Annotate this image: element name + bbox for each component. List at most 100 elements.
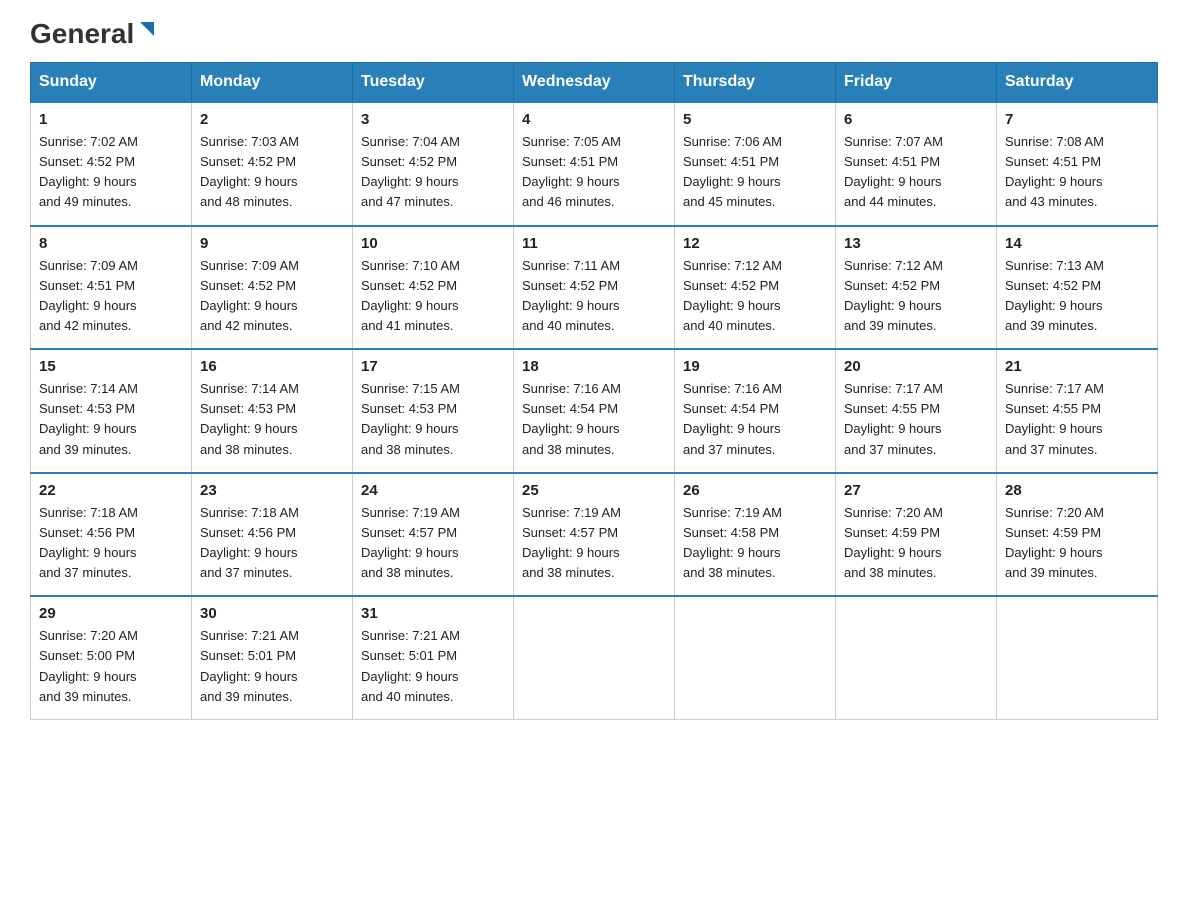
calendar-cell [836,596,997,719]
day-number: 2 [200,111,344,128]
calendar-week-row: 22 Sunrise: 7:18 AMSunset: 4:56 PMDaylig… [31,473,1158,597]
calendar-cell: 6 Sunrise: 7:07 AMSunset: 4:51 PMDayligh… [836,102,997,226]
day-number: 23 [200,482,344,499]
logo: General [30,20,158,44]
day-info: Sunrise: 7:13 AMSunset: 4:52 PMDaylight:… [1005,256,1149,337]
day-info: Sunrise: 7:21 AMSunset: 5:01 PMDaylight:… [200,626,344,707]
day-number: 28 [1005,482,1149,499]
header-thursday: Thursday [675,63,836,103]
day-info: Sunrise: 7:05 AMSunset: 4:51 PMDaylight:… [522,132,666,213]
day-info: Sunrise: 7:19 AMSunset: 4:58 PMDaylight:… [683,503,827,584]
calendar-cell: 2 Sunrise: 7:03 AMSunset: 4:52 PMDayligh… [192,102,353,226]
day-number: 4 [522,111,666,128]
day-info: Sunrise: 7:12 AMSunset: 4:52 PMDaylight:… [683,256,827,337]
calendar-cell: 10 Sunrise: 7:10 AMSunset: 4:52 PMDaylig… [353,226,514,350]
day-number: 22 [39,482,183,499]
calendar-week-row: 29 Sunrise: 7:20 AMSunset: 5:00 PMDaylig… [31,596,1158,719]
calendar-cell: 28 Sunrise: 7:20 AMSunset: 4:59 PMDaylig… [997,473,1158,597]
day-info: Sunrise: 7:21 AMSunset: 5:01 PMDaylight:… [361,626,505,707]
calendar-cell: 23 Sunrise: 7:18 AMSunset: 4:56 PMDaylig… [192,473,353,597]
day-number: 1 [39,111,183,128]
day-info: Sunrise: 7:03 AMSunset: 4:52 PMDaylight:… [200,132,344,213]
calendar-cell: 25 Sunrise: 7:19 AMSunset: 4:57 PMDaylig… [514,473,675,597]
calendar-cell: 3 Sunrise: 7:04 AMSunset: 4:52 PMDayligh… [353,102,514,226]
calendar-cell: 27 Sunrise: 7:20 AMSunset: 4:59 PMDaylig… [836,473,997,597]
page-header: General [30,20,1158,44]
day-info: Sunrise: 7:16 AMSunset: 4:54 PMDaylight:… [683,379,827,460]
day-info: Sunrise: 7:19 AMSunset: 4:57 PMDaylight:… [361,503,505,584]
calendar-cell: 1 Sunrise: 7:02 AMSunset: 4:52 PMDayligh… [31,102,192,226]
day-number: 26 [683,482,827,499]
calendar-table: SundayMondayTuesdayWednesdayThursdayFrid… [30,62,1158,720]
day-number: 8 [39,235,183,252]
day-info: Sunrise: 7:19 AMSunset: 4:57 PMDaylight:… [522,503,666,584]
calendar-cell: 8 Sunrise: 7:09 AMSunset: 4:51 PMDayligh… [31,226,192,350]
calendar-cell: 16 Sunrise: 7:14 AMSunset: 4:53 PMDaylig… [192,349,353,473]
day-info: Sunrise: 7:02 AMSunset: 4:52 PMDaylight:… [39,132,183,213]
day-info: Sunrise: 7:16 AMSunset: 4:54 PMDaylight:… [522,379,666,460]
day-info: Sunrise: 7:11 AMSunset: 4:52 PMDaylight:… [522,256,666,337]
calendar-cell: 18 Sunrise: 7:16 AMSunset: 4:54 PMDaylig… [514,349,675,473]
day-info: Sunrise: 7:10 AMSunset: 4:52 PMDaylight:… [361,256,505,337]
day-number: 24 [361,482,505,499]
day-info: Sunrise: 7:06 AMSunset: 4:51 PMDaylight:… [683,132,827,213]
day-info: Sunrise: 7:07 AMSunset: 4:51 PMDaylight:… [844,132,988,213]
day-info: Sunrise: 7:18 AMSunset: 4:56 PMDaylight:… [39,503,183,584]
header-sunday: Sunday [31,63,192,103]
day-info: Sunrise: 7:18 AMSunset: 4:56 PMDaylight:… [200,503,344,584]
calendar-cell: 22 Sunrise: 7:18 AMSunset: 4:56 PMDaylig… [31,473,192,597]
day-info: Sunrise: 7:14 AMSunset: 4:53 PMDaylight:… [39,379,183,460]
day-info: Sunrise: 7:12 AMSunset: 4:52 PMDaylight:… [844,256,988,337]
day-number: 17 [361,358,505,375]
day-number: 3 [361,111,505,128]
calendar-week-row: 8 Sunrise: 7:09 AMSunset: 4:51 PMDayligh… [31,226,1158,350]
calendar-cell: 19 Sunrise: 7:16 AMSunset: 4:54 PMDaylig… [675,349,836,473]
day-number: 11 [522,235,666,252]
calendar-cell: 30 Sunrise: 7:21 AMSunset: 5:01 PMDaylig… [192,596,353,719]
logo-general: General [30,20,134,48]
day-number: 6 [844,111,988,128]
day-number: 18 [522,358,666,375]
calendar-header-row: SundayMondayTuesdayWednesdayThursdayFrid… [31,63,1158,103]
calendar-cell: 26 Sunrise: 7:19 AMSunset: 4:58 PMDaylig… [675,473,836,597]
calendar-cell [675,596,836,719]
day-number: 27 [844,482,988,499]
day-info: Sunrise: 7:08 AMSunset: 4:51 PMDaylight:… [1005,132,1149,213]
day-number: 10 [361,235,505,252]
day-number: 5 [683,111,827,128]
calendar-cell: 17 Sunrise: 7:15 AMSunset: 4:53 PMDaylig… [353,349,514,473]
header-saturday: Saturday [997,63,1158,103]
day-number: 21 [1005,358,1149,375]
calendar-cell: 15 Sunrise: 7:14 AMSunset: 4:53 PMDaylig… [31,349,192,473]
day-info: Sunrise: 7:14 AMSunset: 4:53 PMDaylight:… [200,379,344,460]
day-number: 29 [39,605,183,622]
calendar-cell: 12 Sunrise: 7:12 AMSunset: 4:52 PMDaylig… [675,226,836,350]
calendar-cell: 4 Sunrise: 7:05 AMSunset: 4:51 PMDayligh… [514,102,675,226]
header-monday: Monday [192,63,353,103]
logo-arrow-icon [136,20,158,42]
calendar-cell: 5 Sunrise: 7:06 AMSunset: 4:51 PMDayligh… [675,102,836,226]
calendar-cell: 24 Sunrise: 7:19 AMSunset: 4:57 PMDaylig… [353,473,514,597]
day-number: 19 [683,358,827,375]
header-tuesday: Tuesday [353,63,514,103]
day-number: 25 [522,482,666,499]
calendar-cell: 9 Sunrise: 7:09 AMSunset: 4:52 PMDayligh… [192,226,353,350]
header-wednesday: Wednesday [514,63,675,103]
calendar-week-row: 15 Sunrise: 7:14 AMSunset: 4:53 PMDaylig… [31,349,1158,473]
calendar-cell [997,596,1158,719]
calendar-cell: 21 Sunrise: 7:17 AMSunset: 4:55 PMDaylig… [997,349,1158,473]
day-number: 9 [200,235,344,252]
calendar-cell: 13 Sunrise: 7:12 AMSunset: 4:52 PMDaylig… [836,226,997,350]
calendar-cell: 20 Sunrise: 7:17 AMSunset: 4:55 PMDaylig… [836,349,997,473]
calendar-cell: 11 Sunrise: 7:11 AMSunset: 4:52 PMDaylig… [514,226,675,350]
day-number: 7 [1005,111,1149,128]
calendar-cell: 29 Sunrise: 7:20 AMSunset: 5:00 PMDaylig… [31,596,192,719]
day-info: Sunrise: 7:09 AMSunset: 4:51 PMDaylight:… [39,256,183,337]
calendar-week-row: 1 Sunrise: 7:02 AMSunset: 4:52 PMDayligh… [31,102,1158,226]
calendar-cell: 14 Sunrise: 7:13 AMSunset: 4:52 PMDaylig… [997,226,1158,350]
day-info: Sunrise: 7:20 AMSunset: 4:59 PMDaylight:… [844,503,988,584]
day-number: 31 [361,605,505,622]
day-info: Sunrise: 7:17 AMSunset: 4:55 PMDaylight:… [1005,379,1149,460]
day-info: Sunrise: 7:20 AMSunset: 5:00 PMDaylight:… [39,626,183,707]
day-number: 15 [39,358,183,375]
